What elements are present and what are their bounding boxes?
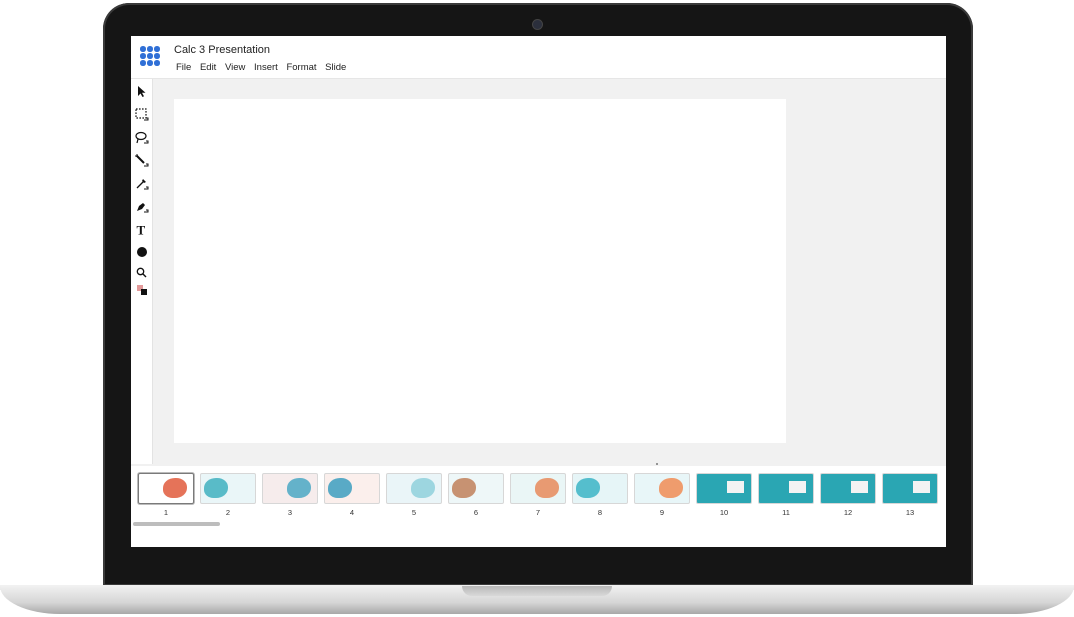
slide-thumbnail-image[interactable]: [510, 473, 566, 504]
laptop-notch: [462, 586, 612, 596]
thumbnail-decoration: [328, 478, 352, 498]
menu-slide[interactable]: Slide: [325, 62, 346, 73]
pen-icon[interactable]: [134, 199, 149, 214]
slide-thumbnail-image[interactable]: [200, 473, 256, 504]
slide-number: 1: [163, 508, 169, 517]
thumbnail-decoration: [204, 478, 228, 498]
slide-thumbnail-image[interactable]: [386, 473, 442, 504]
slide-canvas[interactable]: [174, 99, 786, 443]
canvas-area: [153, 79, 946, 464]
slide-thumbnail[interactable]: 5: [385, 473, 443, 517]
slide-number: 9: [659, 508, 665, 517]
app-window: Calc 3 Presentation File Edit View Inser…: [131, 36, 946, 547]
menu-file[interactable]: File: [176, 62, 191, 73]
slide-thumbnail[interactable]: 4: [323, 473, 381, 517]
circle-icon[interactable]: [134, 244, 149, 259]
magnifier-icon[interactable]: [134, 265, 149, 280]
slide-thumbnail-image[interactable]: [882, 473, 938, 504]
slide-thumbnail-image[interactable]: [572, 473, 628, 504]
slide-number: 4: [349, 508, 355, 517]
thumbnail-decoration: [287, 478, 311, 498]
filmstrip-scrollbar[interactable]: [133, 522, 220, 526]
slide-number: 8: [597, 508, 603, 517]
slide-thumbnail-image[interactable]: [138, 473, 194, 504]
menu-view[interactable]: View: [225, 62, 245, 73]
app-header: Calc 3 Presentation File Edit View Inser…: [131, 36, 946, 79]
menu-bar: File Edit View Insert Format Slide: [176, 62, 352, 73]
menu-format[interactable]: Format: [286, 62, 316, 73]
thumbnail-decoration: [452, 478, 476, 498]
slide-thumbnail[interactable]: 2: [199, 473, 257, 517]
thumbnail-decoration: [535, 478, 559, 498]
slide-number: 3: [287, 508, 293, 517]
slide-number: 2: [225, 508, 231, 517]
webcam-icon: [533, 20, 542, 29]
slide-number: 7: [535, 508, 541, 517]
menu-insert[interactable]: Insert: [254, 62, 278, 73]
slide-thumbnail[interactable]: 8: [571, 473, 629, 517]
slide-thumbnail-image[interactable]: [820, 473, 876, 504]
thumbnail-decoration: [913, 481, 930, 493]
thumbnail-decoration: [576, 478, 600, 498]
marquee-icon[interactable]: [134, 107, 149, 122]
thumbnail-decoration: [789, 481, 806, 493]
document-title[interactable]: Calc 3 Presentation: [174, 44, 270, 56]
slide-thumbnail[interactable]: 13: [881, 473, 939, 517]
slide-thumbnail[interactable]: 11: [757, 473, 815, 517]
filmstrip-marker: [656, 463, 658, 465]
thumbnail-decoration: [163, 478, 187, 498]
slide-number: 5: [411, 508, 417, 517]
slide-thumbnail[interactable]: 6: [447, 473, 505, 517]
slide-filmstrip: 1 2 3 4 5 6 7 8 9 10 11 12 13: [131, 463, 946, 547]
slide-thumbnail[interactable]: 1: [137, 473, 195, 517]
slide-number: 13: [905, 508, 915, 517]
slide-number: 12: [843, 508, 853, 517]
slide-thumbnail[interactable]: 7: [509, 473, 567, 517]
slide-number: 10: [719, 508, 729, 517]
thumbnail-decoration: [727, 481, 744, 493]
svg-text:T: T: [137, 223, 146, 236]
tool-palette: T: [131, 79, 153, 464]
slide-thumbnail-image[interactable]: [634, 473, 690, 504]
slide-thumbnail-image[interactable]: [262, 473, 318, 504]
thumbnail-decoration: [411, 478, 435, 498]
cursor-arrow-icon[interactable]: [134, 84, 149, 99]
slide-thumbnail-image[interactable]: [696, 473, 752, 504]
eyedropper-icon[interactable]: [134, 176, 149, 191]
slide-thumbnail[interactable]: 12: [819, 473, 877, 517]
lasso-icon[interactable]: [134, 130, 149, 145]
slide-number: 11: [782, 508, 790, 517]
app-logo-icon[interactable]: [140, 46, 160, 66]
slide-number: 6: [473, 508, 479, 517]
text-icon[interactable]: T: [134, 222, 149, 237]
menu-edit[interactable]: Edit: [200, 62, 216, 73]
magic-wand-icon[interactable]: [134, 153, 149, 168]
slide-thumbnail-image[interactable]: [448, 473, 504, 504]
slide-thumbnail-image[interactable]: [758, 473, 814, 504]
slide-thumbnail-image[interactable]: [324, 473, 380, 504]
slide-thumbnail[interactable]: 10: [695, 473, 753, 517]
thumbnail-decoration: [659, 478, 683, 498]
slide-thumbnail[interactable]: 9: [633, 473, 691, 517]
color-swatch-icon[interactable]: [134, 282, 149, 297]
thumbnail-decoration: [851, 481, 868, 493]
slide-thumbnail[interactable]: 3: [261, 473, 319, 517]
